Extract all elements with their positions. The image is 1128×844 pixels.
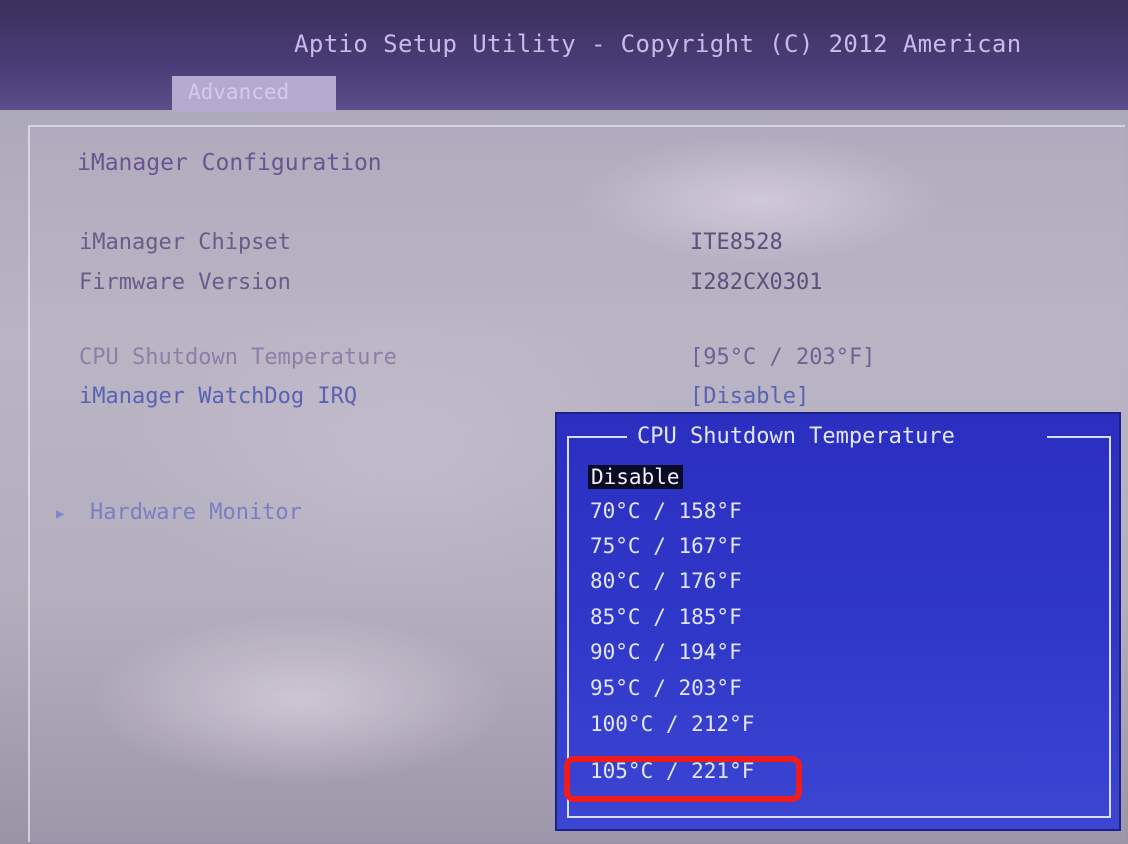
- page-title: iManager Configuration: [77, 150, 382, 176]
- cpu-shutdown-temperature-label[interactable]: CPU Shutdown Temperature: [79, 345, 397, 370]
- watchdog-irq-label[interactable]: iManager WatchDog IRQ: [79, 384, 357, 409]
- option-70c[interactable]: 70°C / 158°F: [590, 499, 742, 523]
- tab-advanced[interactable]: Advanced: [172, 76, 336, 112]
- popup-frame-top-left: [567, 436, 627, 438]
- cpu-shutdown-temperature-value[interactable]: [95°C / 203°F]: [690, 345, 875, 370]
- firmware-version-label: Firmware Version: [79, 270, 291, 295]
- option-100c[interactable]: 100°C / 212°F: [590, 712, 754, 736]
- option-75c[interactable]: 75°C / 167°F: [590, 534, 742, 558]
- firmware-version-value: I282CX0301: [690, 270, 823, 295]
- submenu-hardware-monitor[interactable]: Hardware Monitor: [90, 500, 302, 525]
- bios-screen: Aptio Setup Utility - Copyright (C) 2012…: [0, 0, 1128, 844]
- option-85c[interactable]: 85°C / 185°F: [590, 605, 742, 629]
- chipset-label: iManager Chipset: [79, 230, 291, 255]
- option-disable[interactable]: Disable: [588, 465, 683, 489]
- app-title: Aptio Setup Utility - Copyright (C) 2012…: [294, 30, 1022, 58]
- option-90c[interactable]: 90°C / 194°F: [590, 640, 742, 664]
- option-80c[interactable]: 80°C / 176°F: [590, 569, 742, 593]
- popup-frame-top-right: [1047, 436, 1109, 438]
- annotation-highlight-box: [564, 756, 802, 802]
- watchdog-irq-value[interactable]: [Disable]: [690, 384, 809, 409]
- header-bar: Aptio Setup Utility - Copyright (C) 2012…: [0, 0, 1128, 112]
- option-95c[interactable]: 95°C / 203°F: [590, 676, 742, 700]
- tab-advanced-label: Advanced: [188, 80, 290, 104]
- chipset-value: ITE8528: [690, 230, 783, 255]
- popup-title: CPU Shutdown Temperature: [637, 424, 955, 449]
- submenu-arrow-icon: ▶: [56, 506, 65, 522]
